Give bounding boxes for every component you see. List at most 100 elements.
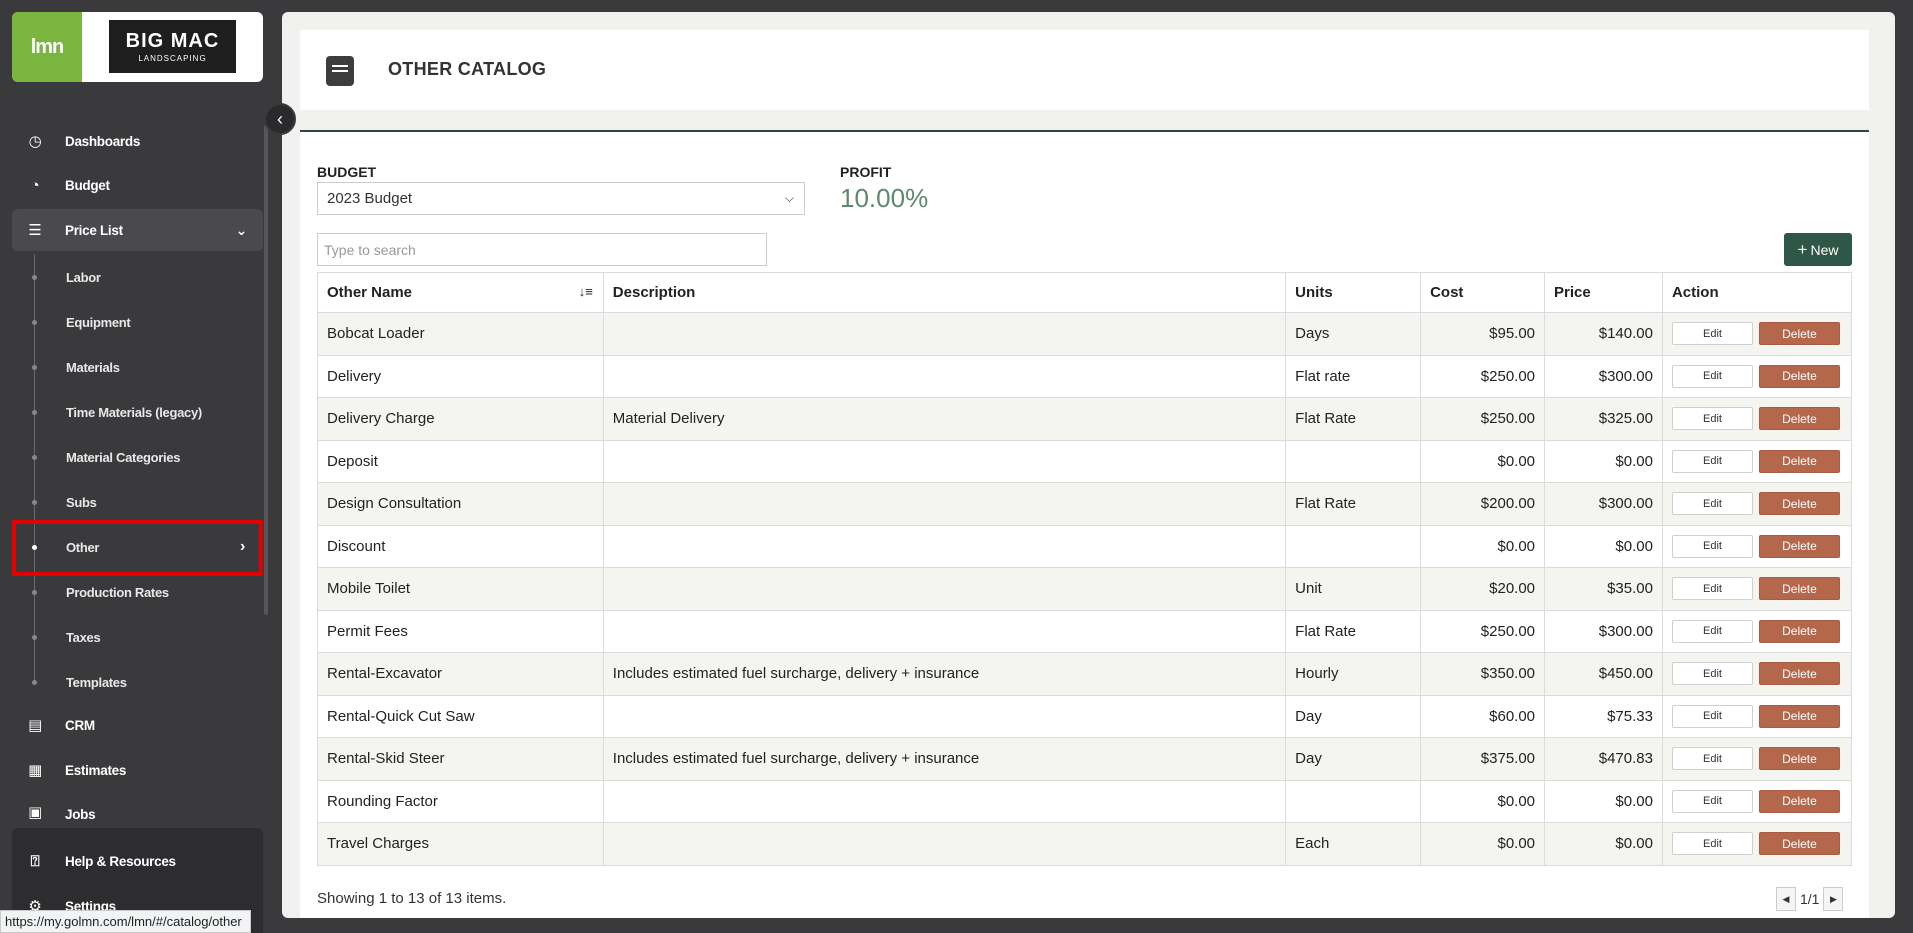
cell-name: Discount — [317, 524, 604, 568]
delete-button[interactable]: Delete — [1758, 747, 1840, 771]
col-header-name[interactable]: Other Name ↓≡ — [317, 272, 604, 313]
delete-button[interactable]: Delete — [1758, 322, 1840, 346]
delete-button[interactable]: Delete — [1758, 619, 1840, 643]
sidebar-item-equipment[interactable]: Equipment — [12, 302, 263, 342]
sidebar-item-time-materials[interactable]: Time Materials (legacy) — [12, 392, 263, 432]
col-header-label: Units — [1295, 284, 1333, 301]
cell-units: Unit — [1285, 567, 1422, 611]
row-actions: Edit Delete — [1671, 662, 1842, 686]
table-row[interactable]: Bobcat Loader Days $95.00 $140.00 Edit Delete — [317, 312, 1853, 356]
cell-description — [602, 524, 1287, 568]
table-row[interactable]: Design Consultation Flat Rate $200.00 $300.… — [317, 482, 1853, 526]
delete-button[interactable]: Delete — [1758, 704, 1840, 728]
edit-button[interactable]: Edit — [1671, 704, 1753, 728]
cell-description — [602, 354, 1287, 398]
delete-button[interactable]: Delete — [1758, 662, 1840, 686]
nav-price-list[interactable]: ☰ Price List ⌄ — [12, 209, 263, 251]
cell-description — [602, 312, 1287, 356]
delete-button[interactable]: Delete — [1758, 407, 1840, 431]
sidebar-item-labor[interactable]: Labor — [12, 257, 263, 297]
new-button[interactable]: + New — [1784, 233, 1852, 266]
edit-button[interactable]: Edit — [1671, 322, 1753, 346]
sort-icon[interactable]: ↓≡ — [579, 284, 593, 299]
sidebar-item-label: Time Materials (legacy) — [66, 404, 202, 420]
nav-crm[interactable]: ▤ CRM — [12, 704, 263, 746]
table-row[interactable]: Delivery Flat rate $250.00 $300.00 Edit Delet… — [317, 354, 1853, 398]
cell-units: Flat Rate — [1285, 482, 1422, 526]
sidebar-item-subs[interactable]: Subs — [12, 482, 263, 522]
edit-button[interactable]: Edit — [1671, 832, 1753, 856]
cell-action: Edit Delete — [1661, 779, 1853, 823]
edit-button[interactable]: Edit — [1671, 747, 1753, 771]
edit-button[interactable]: Edit — [1671, 492, 1753, 516]
row-actions: Edit Delete — [1671, 492, 1842, 516]
nav-help-label: Help & Resources — [65, 853, 176, 869]
delete-button[interactable]: Delete — [1758, 449, 1840, 473]
table-row[interactable]: Mobile Toilet Unit $20.00 $35.00 Edit Delete — [317, 567, 1853, 611]
table-row[interactable]: Delivery Charge Material Delivery Flat Rat… — [317, 397, 1853, 441]
table-row[interactable]: Rental-Skid Steer Includes estimated fuel… — [317, 737, 1853, 781]
next-page-button[interactable]: ▶ — [1823, 887, 1844, 911]
sidebar-item-templates[interactable]: Templates — [12, 662, 263, 702]
edit-button[interactable]: Edit — [1671, 534, 1753, 558]
sidebar-item-taxes[interactable]: Taxes — [12, 617, 263, 657]
table-row[interactable]: Deposit $0.00 $0.00 Edit Delete — [317, 439, 1853, 483]
edit-button[interactable]: Edit — [1671, 449, 1753, 473]
row-actions: Edit Delete — [1671, 577, 1842, 601]
cell-price: $325.00 — [1544, 397, 1663, 441]
sidebar-collapse-button[interactable]: ‹ — [264, 103, 296, 135]
nav-dashboards[interactable]: ◷ Dashboards — [12, 120, 263, 162]
table-row[interactable]: Rental-Excavator Includes estimated fuel … — [317, 652, 1853, 696]
contact-card-icon: ▤ — [28, 717, 42, 734]
col-header-cost[interactable]: Cost — [1420, 272, 1546, 313]
edit-button[interactable]: Edit — [1671, 789, 1753, 813]
row-actions: Edit Delete — [1671, 364, 1842, 388]
edit-button[interactable]: Edit — [1671, 407, 1753, 431]
table-row[interactable]: Rounding Factor $0.00 $0.00 Edit Delete — [317, 779, 1853, 823]
sidebar-item-label: Labor — [66, 269, 101, 285]
table-row[interactable]: Discount $0.00 $0.00 Edit Delete — [317, 524, 1853, 568]
nav-estimates[interactable]: ▦ Estimates — [12, 749, 263, 791]
sidebar-item-materials[interactable]: Materials — [12, 347, 263, 387]
delete-button[interactable]: Delete — [1758, 534, 1840, 558]
sidebar-item-material-categories[interactable]: Material Categories — [12, 437, 263, 477]
col-header-description[interactable]: Description — [602, 272, 1287, 313]
table-row[interactable]: Permit Fees Flat Rate $250.00 $300.00 Edit De… — [317, 609, 1853, 653]
edit-button[interactable]: Edit — [1671, 619, 1753, 643]
cell-action: Edit Delete — [1661, 439, 1853, 483]
logo-area[interactable]: lmn BIG MAC LANDSCAPING — [12, 12, 263, 82]
page-indicator: 1/1 — [1800, 891, 1820, 907]
budget-select-value: 2023 Budget — [327, 190, 413, 207]
bullet-icon — [32, 634, 37, 640]
delete-button[interactable]: Delete — [1758, 832, 1840, 856]
delete-button[interactable]: Delete — [1758, 492, 1840, 516]
cell-description: Includes estimated fuel surcharge, deliv… — [602, 652, 1287, 696]
delete-button[interactable]: Delete — [1758, 364, 1840, 388]
edit-button[interactable]: Edit — [1671, 662, 1753, 686]
cell-units — [1285, 439, 1422, 483]
budget-select[interactable]: 2023 Budget ⌵ — [317, 182, 805, 215]
nav-budget[interactable]: ◔ Budget — [12, 164, 263, 206]
edit-button[interactable]: Edit — [1671, 577, 1753, 601]
table-row[interactable]: Travel Charges Each $0.00 $0.00 Edit Delete — [317, 822, 1853, 866]
delete-button[interactable]: Delete — [1758, 789, 1840, 813]
sidebar-item-production-rates[interactable]: Production Rates — [12, 572, 263, 612]
prev-page-button[interactable]: ◀ — [1776, 887, 1796, 911]
delete-button[interactable]: Delete — [1758, 577, 1840, 601]
book-icon — [326, 56, 354, 86]
search-input[interactable] — [317, 233, 767, 266]
cell-price: $0.00 — [1544, 439, 1663, 483]
nav-jobs[interactable]: ▣ Jobs — [12, 794, 263, 822]
edit-button[interactable]: Edit — [1671, 364, 1753, 388]
col-header-price[interactable]: Price — [1544, 272, 1663, 313]
sidebar-item-label: Material Categories — [66, 449, 181, 465]
sidebar-scrollbar[interactable] — [264, 125, 268, 615]
nav-help[interactable]: ⍰ Help & Resources — [12, 840, 263, 882]
table-row[interactable]: Rental-Quick Cut Saw Day $60.00 $75.33 Edit D… — [317, 694, 1853, 738]
cell-units: Each — [1285, 822, 1422, 866]
profit-value: 10.00% — [840, 183, 929, 213]
bullet-icon — [32, 319, 37, 325]
pager: ◀ 1/1 ▶ — [1776, 887, 1844, 911]
col-header-units[interactable]: Units — [1285, 272, 1422, 313]
cell-description: Includes estimated fuel surcharge, deliv… — [602, 737, 1287, 781]
